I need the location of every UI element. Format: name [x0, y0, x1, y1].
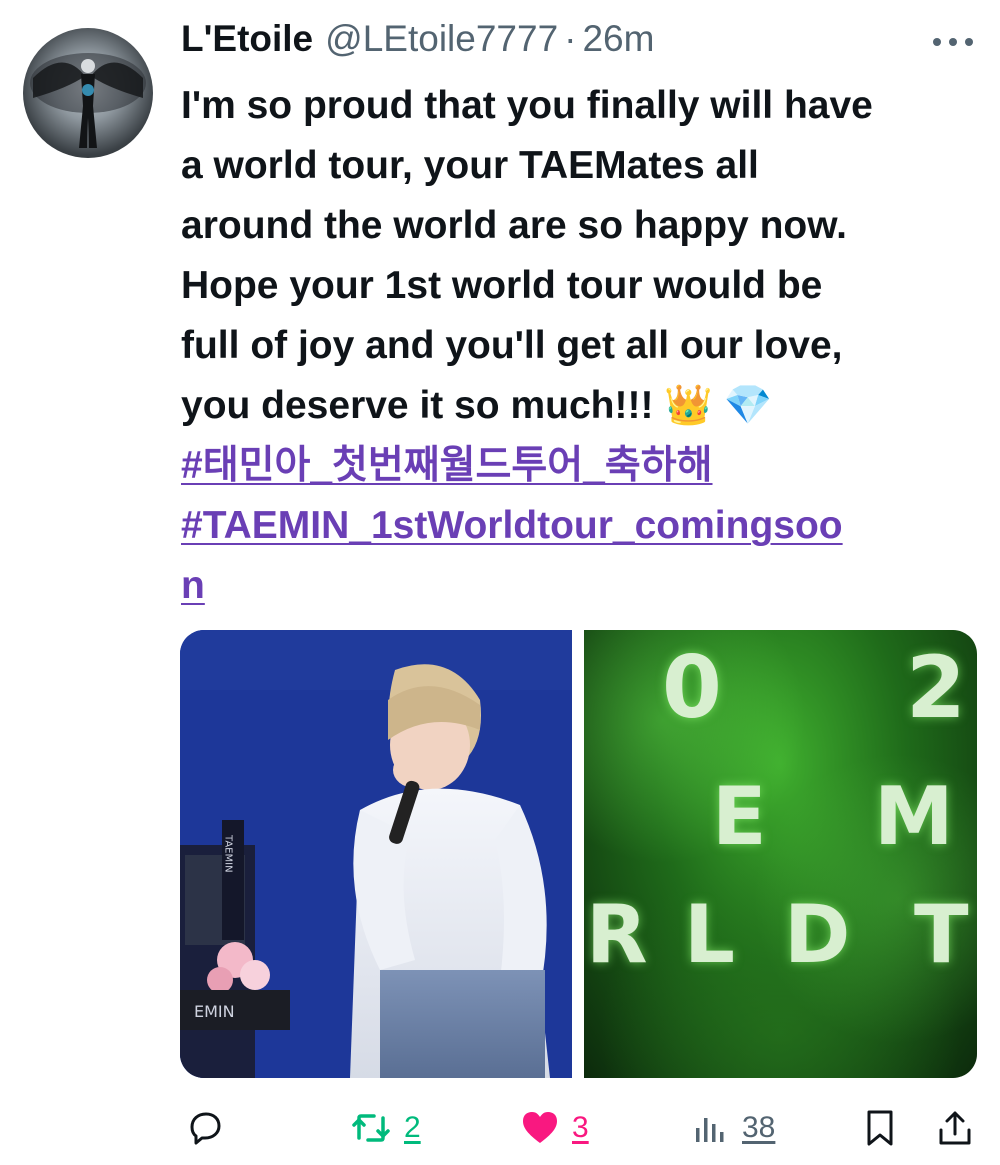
- gem-emoji: 💎: [723, 383, 773, 428]
- avatar-image: [30, 53, 146, 148]
- like-count[interactable]: 3: [572, 1111, 589, 1145]
- screen-letter: M: [874, 770, 954, 863]
- tweet-text: I'm so proud that you finally will have …: [181, 76, 981, 616]
- screen-letter: 0: [662, 638, 722, 738]
- performer-photo: EMIN TAEMIN: [180, 630, 572, 1078]
- retweet-icon: [352, 1114, 390, 1142]
- tweet[interactable]: L'Etoile @LEtoile7777 · 26m I'm so proud…: [181, 18, 981, 616]
- separator-dot: ·: [564, 18, 577, 59]
- stand-sign-text: EMIN: [194, 1002, 235, 1021]
- tweet-text-line-content: you deserve it so much!!!: [181, 384, 654, 427]
- display-name[interactable]: L'Etoile: [181, 18, 313, 60]
- reply-icon: [190, 1112, 221, 1145]
- crown-emoji: 👑: [664, 383, 713, 428]
- like-button[interactable]: 3: [520, 1100, 589, 1156]
- tweet-text-line: I'm so proud that you finally will have: [181, 84, 873, 127]
- retweet-count[interactable]: 2: [404, 1111, 421, 1145]
- screen-letter: E: [712, 770, 767, 863]
- heart-icon: [523, 1112, 557, 1143]
- tweet-header: L'Etoile @LEtoile7777 · 26m: [181, 18, 981, 68]
- tweet-text-line: a world tour, your TAEMates all: [181, 144, 759, 187]
- share-icon: [939, 1111, 971, 1145]
- banner-text: TAEMIN: [223, 834, 234, 873]
- media-image-right[interactable]: 0 2 E M R L D T: [584, 630, 977, 1078]
- views-icon: [696, 1118, 724, 1142]
- hashtag-link-english-wrap[interactable]: n: [181, 556, 981, 616]
- hashtag-link-english[interactable]: #TAEMIN_1stWorldtour_comingsoo: [181, 496, 981, 556]
- avatar[interactable]: [23, 28, 153, 158]
- screen-letter: L: [684, 888, 735, 981]
- reply-button[interactable]: [185, 1100, 225, 1156]
- action-bar: 2 3 38: [185, 1100, 980, 1156]
- tweet-text-line: around the world are so happy now.: [181, 204, 847, 247]
- user-handle[interactable]: @LEtoile7777: [325, 18, 558, 60]
- tweet-text-line: full of joy and you'll get all our love,: [181, 324, 843, 367]
- screen-letter: 2: [906, 638, 966, 738]
- tweet-text-line: Hope your 1st world tour would be: [181, 264, 823, 307]
- tweet-text-line-last: you deserve it so much!!! 👑 💎: [181, 376, 981, 436]
- screen-letter: R: [586, 888, 648, 981]
- timestamp[interactable]: 26m: [582, 18, 654, 60]
- retweet-button[interactable]: 2: [350, 1100, 421, 1156]
- share-button[interactable]: [935, 1100, 975, 1156]
- bookmark-icon: [867, 1110, 893, 1146]
- views-button[interactable]: 38: [690, 1100, 775, 1156]
- screen-letter: D: [784, 888, 851, 981]
- media-gap: [572, 630, 584, 1078]
- bookmark-button[interactable]: [860, 1100, 900, 1156]
- views-count[interactable]: 38: [742, 1111, 775, 1145]
- media-image-left[interactable]: EMIN TAEMIN: [180, 630, 572, 1078]
- screen-letter: T: [914, 888, 969, 981]
- hashtag-link-korean[interactable]: #태민아_첫번째월드투어_축하해: [181, 436, 981, 496]
- media-grid: EMIN TAEMIN 0 2 E M R L D T: [180, 630, 977, 1078]
- more-options-icon[interactable]: [931, 32, 975, 52]
